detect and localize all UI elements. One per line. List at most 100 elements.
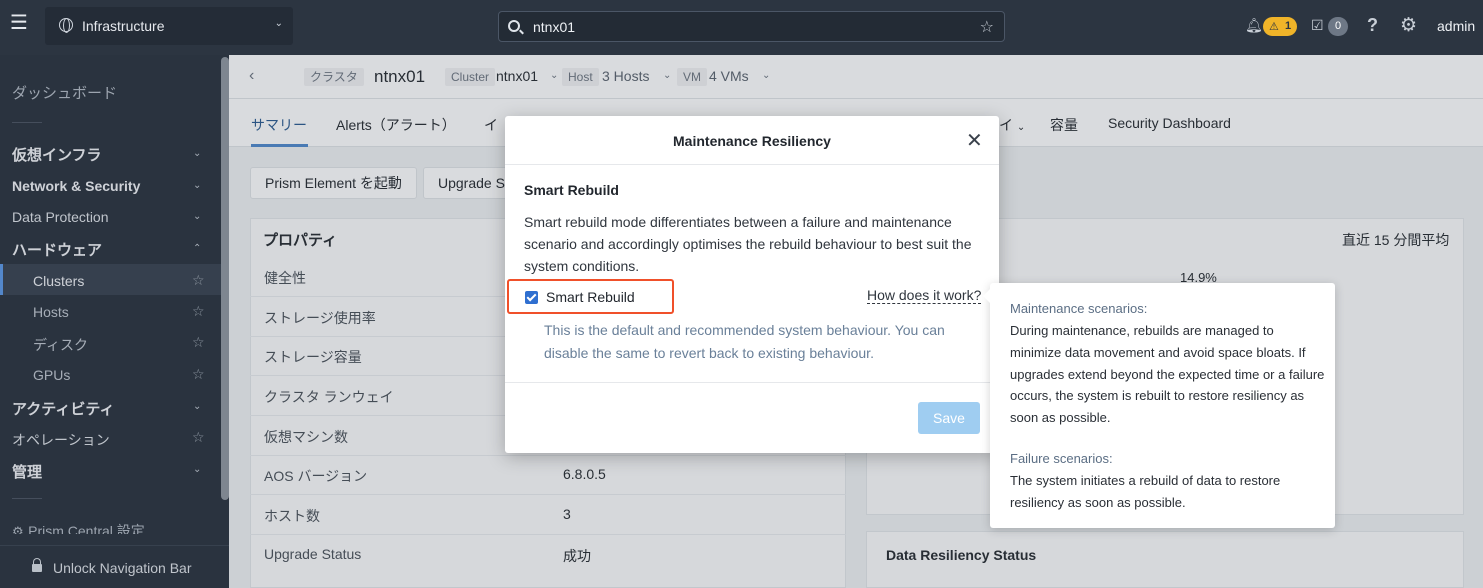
property-key: ホスト数 [264, 508, 320, 524]
chevron-down-icon: ⌄ [193, 401, 202, 412]
avg-label: 直近 15 分間平均 [1342, 232, 1450, 248]
tab-alerts[interactable]: Alerts（アラート） [336, 115, 456, 135]
sidebar-item-network-security[interactable]: Network & Security [12, 178, 140, 194]
search-input[interactable]: ntnx01 [533, 19, 575, 35]
gear-icon: ⚙ [12, 524, 24, 534]
chevron-down-icon: ⌄ [193, 211, 202, 222]
bell-icon[interactable]: 🔔︎ [1245, 17, 1263, 34]
sidebar-item-hosts[interactable]: Hosts [33, 304, 69, 320]
section-title: Smart Rebuild [524, 182, 619, 198]
sidebar-item-operations[interactable]: オペレーション [12, 430, 110, 450]
dialog-header: Maintenance Resiliency ✕ [505, 116, 999, 165]
highlight-box [507, 279, 674, 314]
property-key: ストレージ使用率 [264, 310, 376, 326]
section-description: Smart rebuild mode differentiates betwee… [524, 214, 972, 274]
upgrade-button[interactable]: Upgrade Se [423, 167, 513, 199]
top-bar: ☰ Infrastructure ⌄ ntnx01 ☆ 🔔︎ ⚠ 1 ☑ 0 ?… [0, 0, 1483, 55]
star-icon[interactable]: ☆ [192, 272, 205, 289]
sidebar-item-hardware[interactable]: ハードウェア [12, 239, 102, 260]
tab-summary[interactable]: サマリー [251, 115, 307, 135]
star-icon[interactable]: ☆ [192, 334, 205, 351]
tasks-icon[interactable]: ☑ [1311, 17, 1324, 34]
tab-security-dashboard[interactable]: Security Dashboard [1108, 115, 1231, 131]
gear-icon[interactable]: ⚙ [1400, 14, 1417, 37]
dialog-title: Maintenance Resiliency [673, 133, 831, 149]
property-key: AOS バージョン [264, 468, 368, 484]
how-it-works-tooltip: Maintenance scenarios: During maintenanc… [983, 283, 1335, 528]
property-key: 仮想マシン数 [264, 429, 348, 445]
sidebar-item-activity[interactable]: アクティビティ [12, 398, 114, 419]
sidebar-item-data-protection[interactable]: Data Protection [12, 209, 109, 225]
vm-selector[interactable]: 4 VMs [709, 68, 749, 84]
chevron-down-icon[interactable]: ⌄ [663, 70, 671, 81]
sidebar-divider [12, 122, 42, 123]
property-key: Upgrade Status [264, 546, 362, 562]
cluster-selector[interactable]: ntnx01 [496, 68, 538, 84]
globe-icon [59, 18, 73, 33]
search-bar[interactable]: ntnx01 ☆ [498, 11, 1005, 42]
sidebar-item-disks[interactable]: ディスク [33, 335, 88, 355]
lock-icon [32, 558, 42, 572]
property-key: クラスタ ランウェイ [264, 389, 394, 405]
chevron-down-icon: ⌄ [1016, 122, 1026, 133]
breadcrumb: ‹ クラスタ ntnx01 Cluster ntnx01 ⌄ Host 3 Ho… [229, 55, 1483, 99]
sidebar-item-prism-central-settings[interactable]: ⚙ Prism Central 設定 [12, 521, 212, 534]
chevron-up-icon: ⌃ [193, 243, 202, 254]
star-icon[interactable]: ☆ [192, 303, 205, 320]
chevron-down-icon: ⌄ [193, 464, 202, 475]
sidebar-scrollbar[interactable] [221, 57, 229, 500]
alerts-badge[interactable]: ⚠ 1 [1263, 17, 1297, 36]
star-icon[interactable]: ☆ [192, 429, 205, 446]
property-value: 成功 [563, 548, 591, 564]
table-row: AOS バージョン 6.8.0.5 [250, 455, 846, 495]
star-icon[interactable]: ☆ [192, 366, 205, 383]
save-button[interactable]: Save [918, 402, 980, 434]
host-tag: Host [562, 68, 599, 86]
chevron-down-icon[interactable]: ⌄ [550, 70, 558, 81]
sidebar: ダッシュボード 仮想インフラ ⌄ Network & Security ⌄ Da… [0, 55, 229, 588]
tab-more-label: イ [999, 117, 1013, 133]
sidebar-divider [12, 498, 42, 499]
chevron-down-icon: ⌄ [274, 18, 283, 29]
checkbox-help-text: This is the default and recommended syst… [544, 322, 945, 361]
data-resiliency-title: Data Resiliency Status [886, 547, 1037, 563]
launch-prism-element-button[interactable]: Prism Element を起動 [250, 167, 417, 199]
host-selector[interactable]: 3 Hosts [602, 68, 649, 84]
sidebar-item-gpus[interactable]: GPUs [33, 367, 70, 383]
failure-text: The system initiates a rebuild of data t… [1010, 473, 1281, 510]
close-icon[interactable]: ✕ [966, 128, 983, 153]
star-icon[interactable]: ☆ [980, 17, 994, 37]
property-value: 3 [563, 506, 571, 522]
back-icon[interactable]: ‹ [249, 67, 254, 85]
cluster-name: ntnx01 [374, 67, 426, 86]
warning-icon: ⚠ [1269, 21, 1279, 33]
failure-heading: Failure scenarios: [1010, 451, 1113, 466]
sidebar-item-dashboard[interactable]: ダッシュボード [12, 82, 117, 103]
vm-tag: VM [677, 68, 707, 86]
app-switcher[interactable]: Infrastructure ⌄ [45, 7, 293, 45]
alerts-count: 1 [1285, 20, 1292, 32]
unlock-nav-label: Unlock Navigation Bar [53, 560, 192, 576]
sidebar-item-label: Prism Central 設定 [28, 523, 145, 534]
how-does-it-work-link[interactable]: How does it work? [867, 287, 982, 304]
active-tab-indicator [251, 144, 308, 147]
app-name: Infrastructure [82, 18, 165, 34]
chevron-down-icon[interactable]: ⌄ [762, 70, 770, 81]
tab-more[interactable]: イ ⌄ [999, 115, 1025, 135]
search-icon [508, 20, 520, 32]
tasks-count[interactable]: 0 [1328, 17, 1348, 36]
sidebar-item-admin[interactable]: 管理 [12, 461, 42, 482]
menu-icon[interactable]: ☰ [10, 13, 28, 33]
property-value: 6.8.0.5 [563, 466, 606, 482]
cluster-tag: Cluster [445, 68, 496, 86]
property-key: 健全性 [264, 270, 306, 286]
tab-events[interactable]: イ [484, 115, 498, 135]
unlock-nav-button[interactable]: Unlock Navigation Bar [0, 545, 229, 588]
sidebar-item-clusters[interactable]: Clusters [33, 273, 84, 289]
sidebar-item-virtual-infra[interactable]: 仮想インフラ [12, 144, 102, 165]
user-menu[interactable]: admin [1437, 18, 1475, 34]
tab-capacity[interactable]: 容量 [1050, 115, 1078, 135]
help-icon[interactable]: ? [1367, 15, 1378, 36]
properties-title: プロパティ [263, 232, 338, 249]
chevron-down-icon: ⌄ [193, 180, 202, 191]
